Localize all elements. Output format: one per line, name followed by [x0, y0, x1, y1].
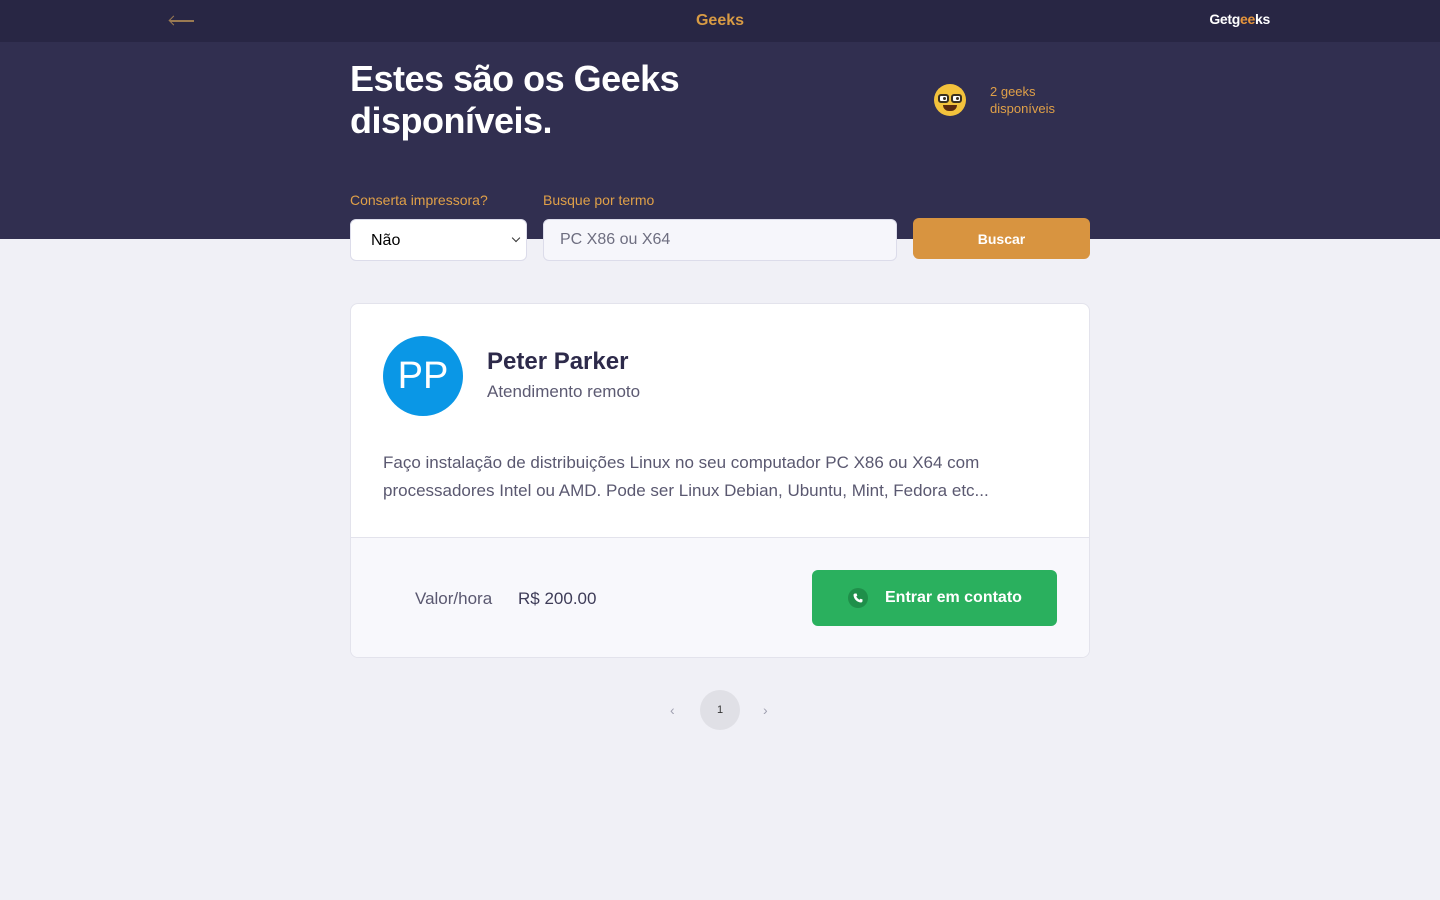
contact-button[interactable]: Entrar em contato: [812, 570, 1057, 626]
logo-prefix: Getg: [1209, 11, 1241, 27]
app-logo[interactable]: Getgeeks: [1209, 11, 1270, 27]
pagination-page-1[interactable]: 1: [700, 690, 740, 730]
price-label: Valor/hora: [415, 589, 493, 608]
geek-description: Faço instalação de distribuições Linux n…: [383, 453, 989, 500]
logo-suffix: ks: [1255, 11, 1270, 27]
geek-card: PP Peter Parker Atendimento remoto Faço …: [350, 303, 1090, 658]
nerd-face-icon: [934, 84, 966, 116]
printer-select-value: Não: [371, 232, 401, 249]
geek-name: Peter Parker: [487, 348, 629, 375]
search-button[interactable]: Buscar: [913, 218, 1090, 259]
glasses-right-lens: [951, 94, 962, 103]
pagination-prev-icon[interactable]: ‹: [670, 702, 675, 718]
price-value: R$ 200.00: [518, 589, 597, 608]
pagination-next-icon[interactable]: ›: [763, 702, 768, 718]
glasses-left-lens: [938, 94, 949, 103]
chevron-down-icon: [511, 233, 521, 243]
geek-subtitle: Atendimento remoto: [487, 382, 641, 401]
printer-select[interactable]: Não: [350, 219, 527, 261]
search-filter-label: Busque por termo: [543, 192, 655, 208]
geeks-count-text: 2 geeks disponíveis: [990, 84, 1056, 116]
printer-filter-label: Conserta impressora?: [350, 192, 488, 208]
contact-button-label: Entrar em contato: [885, 589, 1022, 606]
top-navbar: Geeks Getgeeks: [0, 0, 1440, 42]
smile-mouth: [943, 105, 957, 111]
hero-title: Estes são os Geeks disponíveis.: [350, 58, 680, 141]
logo-highlight: ee: [1240, 11, 1256, 27]
avatar: PP: [383, 336, 463, 416]
card-footer: Valor/hora R$ 200.00 Entrar em contato: [351, 537, 1089, 657]
whatsapp-icon: [848, 588, 868, 608]
search-input[interactable]: [543, 219, 897, 261]
